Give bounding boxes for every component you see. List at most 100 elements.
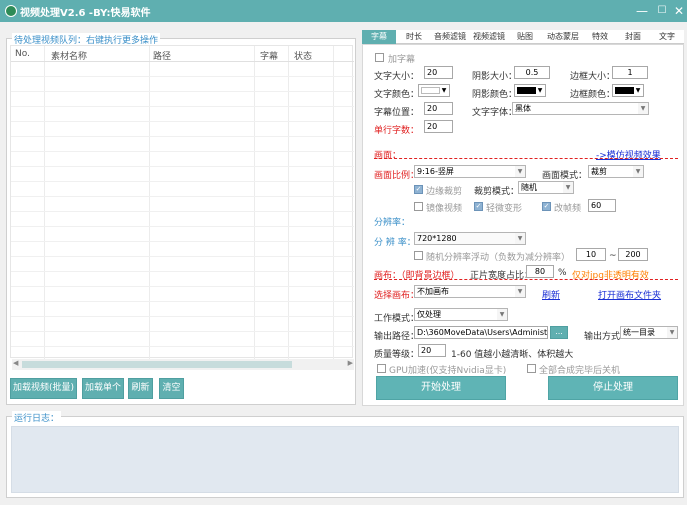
tab-video-filter[interactable]: 视频滤镜 <box>470 30 508 44</box>
tab-subtitle[interactable]: 字幕 <box>362 30 396 44</box>
chevron-down-icon: ▼ <box>537 87 543 94</box>
slight-deform-checkbox[interactable]: ✓ <box>474 202 483 211</box>
header-divider <box>11 61 354 62</box>
tab-text[interactable]: 文字 <box>652 30 682 44</box>
mirror-video-label: 镜像视频 <box>426 204 463 214</box>
tab-duration[interactable]: 时长 <box>398 30 430 44</box>
column-divider <box>254 46 255 359</box>
canvas-mode-label: 画面模式： <box>542 171 588 181</box>
row-line <box>11 331 354 332</box>
load-single-button[interactable]: 加载单个 <box>82 378 124 399</box>
canvas-mode-select[interactable]: 裁剪 ▼ <box>588 165 644 178</box>
maximize-button[interactable]: ☐ <box>654 3 670 19</box>
canvas-mode-value: 裁剪 <box>591 167 607 176</box>
chevron-down-icon: ▼ <box>638 103 648 114</box>
cloth-select[interactable]: 不加画布 ▼ <box>414 285 526 298</box>
fps-input[interactable]: 60 <box>588 199 616 212</box>
start-process-button[interactable]: 开始处理 <box>376 376 506 400</box>
output-method-value: 统一目录 <box>623 328 655 337</box>
row-line <box>11 241 354 242</box>
clear-queue-button[interactable]: 清空 <box>159 378 184 399</box>
text-size-input[interactable]: 20 <box>424 66 453 79</box>
column-no[interactable]: No. <box>15 49 30 59</box>
scrollbar-thumb[interactable] <box>22 361 292 368</box>
row-line <box>11 196 354 197</box>
row-line <box>11 106 354 107</box>
resolution-float-max-input[interactable]: 200 <box>618 248 648 261</box>
font-label: 文字字体： <box>472 108 518 118</box>
chevron-down-icon: ▼ <box>635 87 641 94</box>
mirror-video-checkbox[interactable] <box>414 202 423 211</box>
chevron-down-icon: ▼ <box>497 309 507 320</box>
quality-input[interactable]: 20 <box>418 344 446 357</box>
output-method-select[interactable]: 统一目录 ▼ <box>620 326 678 339</box>
section-divider <box>374 279 678 280</box>
tab-dynamic-mask[interactable]: 动态蒙层 <box>542 30 584 44</box>
refresh-cloth-link[interactable]: 刷新 <box>542 288 560 301</box>
gpu-accel-checkbox[interactable] <box>377 364 386 373</box>
log-label: 运行日志： <box>12 411 62 424</box>
resolution-float-min-input[interactable]: 10 <box>576 248 606 261</box>
edge-crop-label: 边缘裁剪 <box>426 187 463 197</box>
row-line <box>11 226 354 227</box>
video-queue-table[interactable]: No. 素材名称 路径 字幕 状态 <box>10 45 354 359</box>
browse-output-button[interactable]: ... <box>550 326 568 339</box>
quality-hint: 1-60 值越小越清晰、体积越大 <box>451 350 574 360</box>
stop-process-button[interactable]: 停止处理 <box>548 376 678 400</box>
text-color-picker[interactable]: ▼ <box>418 84 450 97</box>
column-divider <box>44 46 45 359</box>
refresh-queue-button[interactable]: 刷新 <box>128 378 153 399</box>
shadow-color-picker[interactable]: ▼ <box>514 84 546 97</box>
open-cloth-folder-link[interactable]: 打开画布文件夹 <box>598 288 661 301</box>
shutdown-checkbox[interactable] <box>527 364 536 373</box>
tab-sticker[interactable]: 贴图 <box>510 30 540 44</box>
crop-mode-value: 随机 <box>521 183 537 192</box>
imitate-effect-link[interactable]: ->模仿视频效果 <box>596 148 661 161</box>
tab-audio-filter[interactable]: 音频滤镜 <box>432 30 468 44</box>
scroll-right-icon[interactable]: ▶ <box>348 359 353 367</box>
resolution-select[interactable]: 720*1280 ▼ <box>414 232 526 245</box>
output-path-input[interactable]: D:\360MoveData\Users\Administrator\Deskt… <box>414 326 548 339</box>
scroll-left-icon[interactable]: ◀ <box>13 359 18 367</box>
shadow-size-label: 阴影大小： <box>472 72 518 82</box>
random-resolution-checkbox[interactable] <box>414 251 423 260</box>
crop-mode-label: 裁剪模式： <box>474 187 520 197</box>
close-button[interactable]: ✕ <box>671 3 687 19</box>
border-size-input[interactable]: 1 <box>612 66 648 79</box>
border-color-picker[interactable]: ▼ <box>612 84 644 97</box>
shadow-color-label: 阴影颜色： <box>472 90 518 100</box>
subtitle-position-input[interactable]: 20 <box>424 102 453 115</box>
shutdown-label: 全部合成完毕后关机 <box>539 366 621 376</box>
log-textarea[interactable] <box>11 426 679 493</box>
shadow-size-input[interactable]: 0.5 <box>514 66 550 79</box>
crop-mode-select[interactable]: 随机 ▼ <box>518 181 574 194</box>
add-subtitle-checkbox[interactable] <box>375 53 384 62</box>
edge-crop-checkbox[interactable]: ✓ <box>414 185 423 194</box>
shadow-color-swatch <box>517 87 536 94</box>
work-mode-select[interactable]: 仅处理 ▼ <box>414 308 508 321</box>
resolution-value: 720*1280 <box>417 234 457 243</box>
chars-per-line-input[interactable]: 20 <box>424 120 453 133</box>
float-range-separator: ~ <box>609 251 617 261</box>
add-subtitle-label: 加字幕 <box>388 55 416 65</box>
font-select[interactable]: 黑体 ▼ <box>512 102 649 115</box>
column-divider <box>333 46 334 359</box>
border-color-label: 边框颜色： <box>570 90 616 100</box>
change-fps-checkbox[interactable]: ✓ <box>542 202 551 211</box>
ratio-select[interactable]: 9:16-竖屏 ▼ <box>414 165 526 178</box>
canvas-section-label: 画面： <box>374 151 402 161</box>
tab-effects[interactable]: 特效 <box>586 30 614 44</box>
row-line <box>11 301 354 302</box>
gpu-accel-label: GPU加速(仅支持Nvidia显卡) <box>389 366 507 376</box>
row-line <box>11 346 354 347</box>
cloth-ratio-input[interactable]: 80 <box>526 265 554 278</box>
row-line <box>11 76 354 77</box>
cloth-value: 不加画布 <box>417 287 449 296</box>
row-line <box>11 316 354 317</box>
load-batch-button[interactable]: 加载视频(批量) <box>10 378 77 399</box>
table-horizontal-scrollbar[interactable]: ◀ ▶ <box>12 359 354 370</box>
tab-cover[interactable]: 封面 <box>618 30 648 44</box>
text-color-label: 文字颜色： <box>374 90 420 100</box>
minimize-button[interactable]: — <box>634 3 650 19</box>
chevron-down-icon: ▼ <box>667 327 677 338</box>
